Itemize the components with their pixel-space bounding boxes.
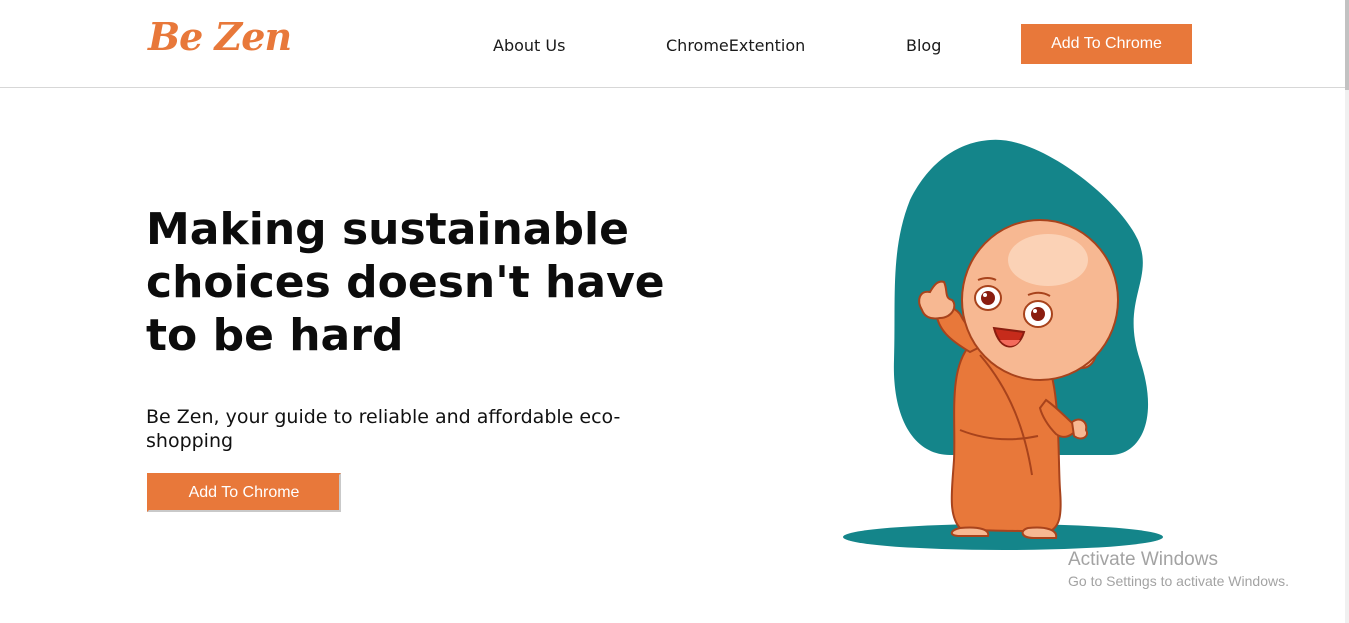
- site-header: Be Zen About Us ChromeExtention Blog Add…: [0, 0, 1349, 88]
- monk-thumbs-up-illustration: [820, 130, 1180, 570]
- nav-link-chrome-extension[interactable]: ChromeExtention: [666, 36, 805, 55]
- windows-activation-watermark: Activate Windows Go to Settings to activ…: [1068, 548, 1289, 590]
- watermark-title: Activate Windows: [1068, 549, 1218, 570]
- hero-add-to-chrome-button[interactable]: Add To Chrome: [147, 473, 341, 512]
- header-add-to-chrome-button[interactable]: Add To Chrome: [1021, 24, 1192, 64]
- watermark-subtitle: Go to Settings to activate Windows.: [1068, 573, 1289, 589]
- nav-link-blog[interactable]: Blog: [906, 36, 941, 55]
- hero-title: Making sustainable choices doesn't have …: [146, 204, 665, 361]
- logo[interactable]: Be Zen: [148, 18, 292, 56]
- page-scrollbar[interactable]: [1345, 0, 1349, 623]
- scrollbar-thumb[interactable]: [1345, 0, 1349, 90]
- nav-link-about-us[interactable]: About Us: [493, 36, 565, 55]
- hero-subtitle: Be Zen, your guide to reliable and affor…: [146, 406, 621, 452]
